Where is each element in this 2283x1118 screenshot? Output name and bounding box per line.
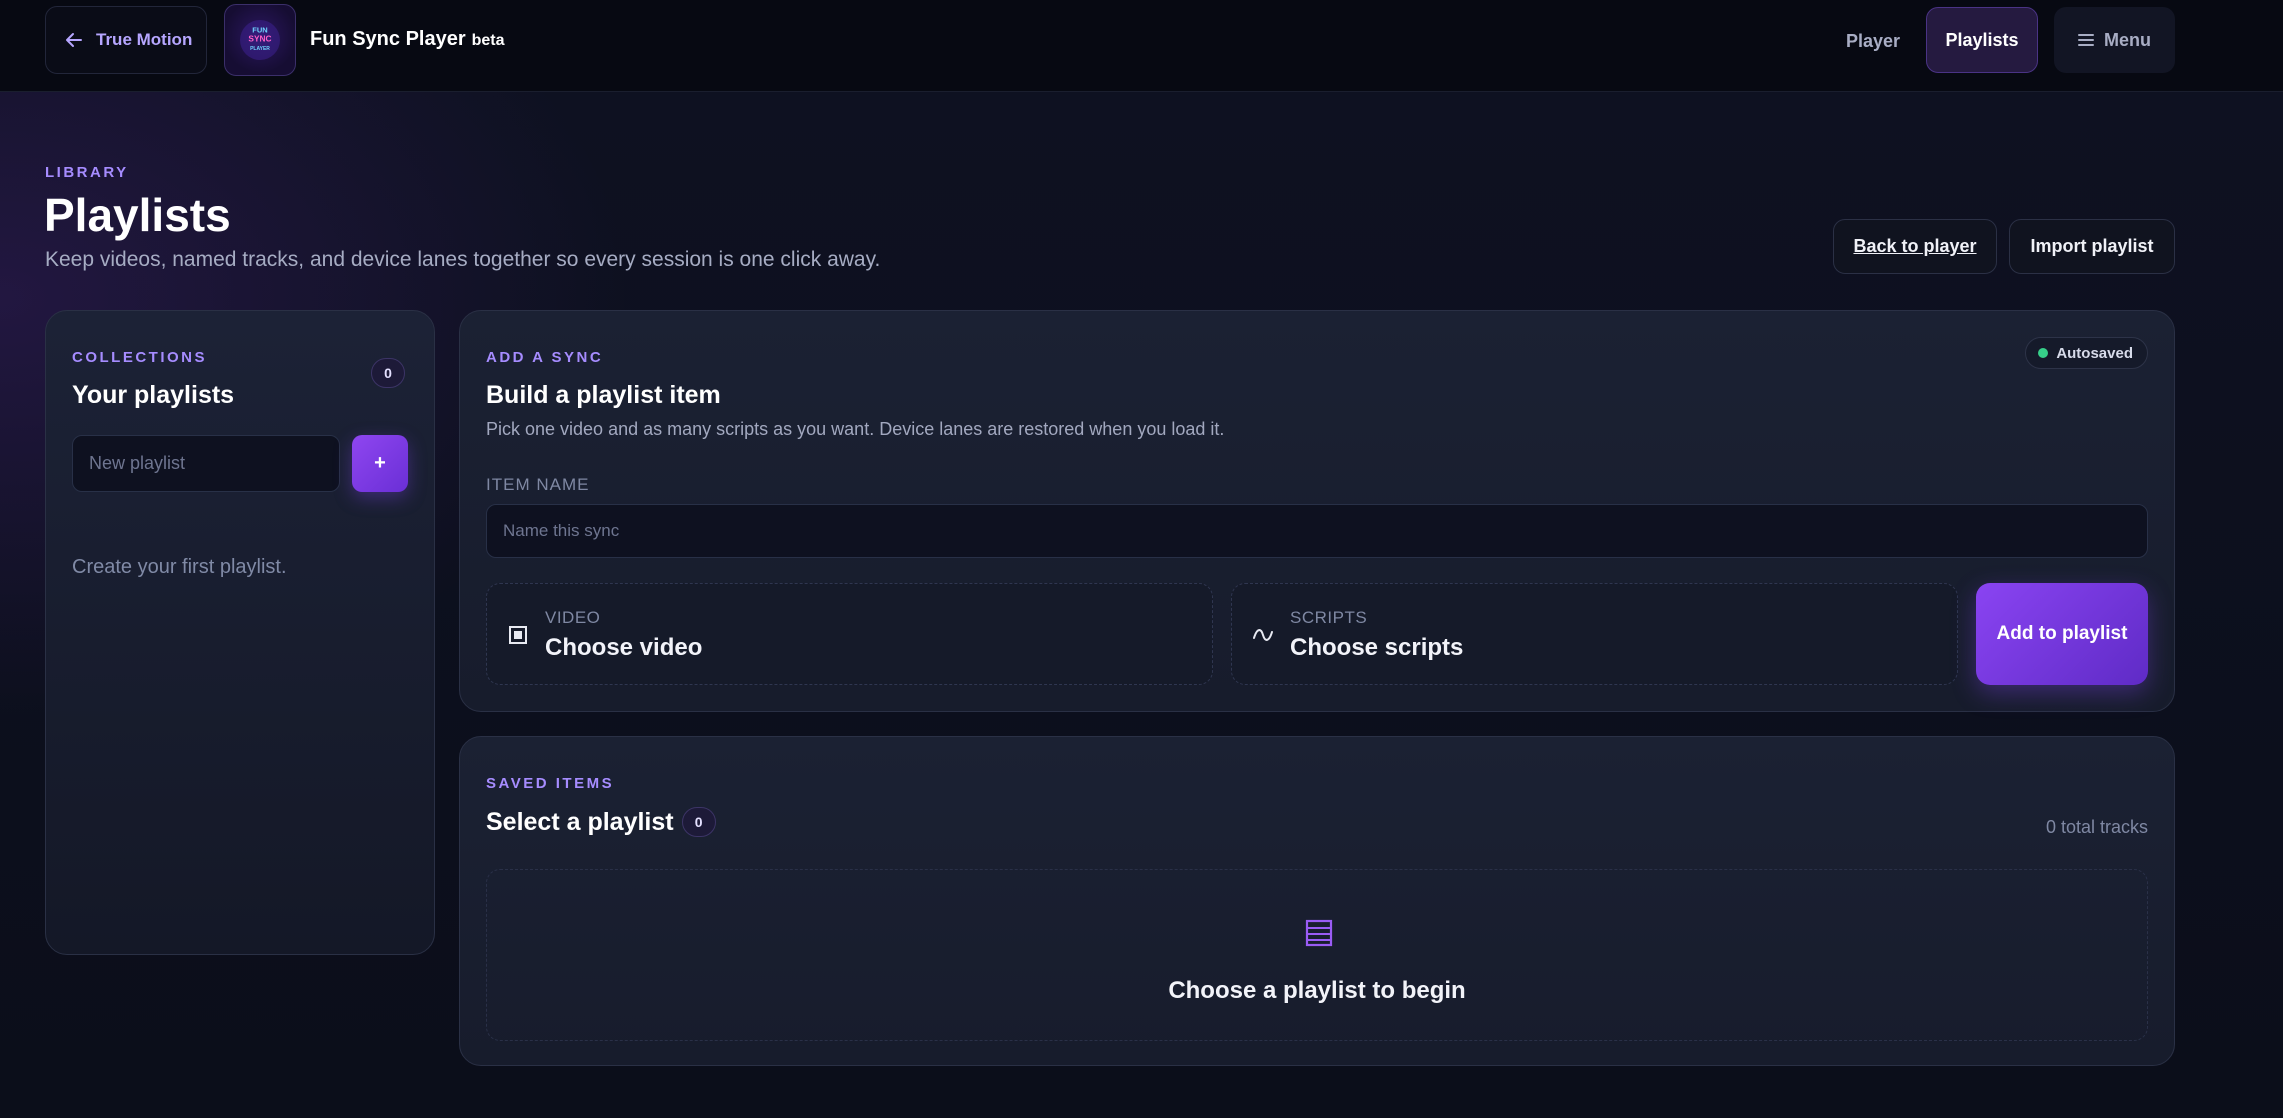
wave-icon bbox=[1253, 629, 1273, 641]
autosaved-status-badge: Autosaved bbox=[2025, 337, 2148, 369]
add-sync-description: Pick one video and as many scripts as yo… bbox=[486, 419, 1225, 439]
svg-text:PLAYER: PLAYER bbox=[250, 46, 270, 52]
saved-count-badge: 0 bbox=[681, 807, 716, 837]
back-true-motion-button[interactable]: True Motion bbox=[45, 6, 207, 74]
back-button-label: True Motion bbox=[96, 30, 193, 49]
new-playlist-input[interactable] bbox=[72, 435, 340, 492]
saved-items-title: Select a playlist bbox=[486, 807, 674, 836]
app-beta-tag: beta bbox=[471, 32, 505, 49]
app-name: Fun Sync Player bbox=[310, 28, 466, 50]
app-logo: FUN SYNC PLAYER bbox=[224, 4, 296, 76]
app-logo-image: FUN SYNC PLAYER bbox=[240, 20, 280, 60]
item-name-label: ITEM NAME bbox=[486, 475, 590, 494]
scripts-value: Choose scripts bbox=[1290, 634, 1464, 661]
total-tracks-text: 0 total tracks bbox=[2045, 817, 2148, 837]
list-icon bbox=[1305, 919, 1333, 947]
collections-empty-text: Create your first playlist. bbox=[72, 556, 287, 578]
choose-video-picker[interactable]: VIDEO Choose video bbox=[486, 583, 1213, 685]
scripts-label: SCRIPTS bbox=[1290, 608, 1368, 627]
video-value: Choose video bbox=[545, 634, 703, 661]
top-bar: True Motion FUN SYNC PLAYER Fun Sync Pla… bbox=[0, 0, 2283, 92]
add-sync-eyebrow: ADD A SYNC bbox=[486, 349, 604, 366]
collections-eyebrow: COLLECTIONS bbox=[72, 349, 207, 366]
collections-panel: COLLECTIONS Your playlists 0 + Create yo… bbox=[45, 310, 435, 955]
arrow-left-icon bbox=[66, 33, 82, 47]
hamburger-icon bbox=[2078, 34, 2094, 46]
autosaved-label: Autosaved bbox=[2056, 344, 2133, 362]
page-subtitle: Keep videos, named tracks, and device la… bbox=[45, 248, 881, 271]
app-title: Fun Sync Player beta bbox=[310, 28, 505, 51]
import-playlist-button[interactable]: Import playlist bbox=[2009, 219, 2175, 274]
choose-scripts-picker[interactable]: SCRIPTS Choose scripts bbox=[1231, 583, 1958, 685]
svg-text:SYNC: SYNC bbox=[248, 34, 271, 44]
add-sync-panel: ADD A SYNC Build a playlist item Pick on… bbox=[459, 310, 2175, 712]
saved-items-empty-state: Choose a playlist to begin bbox=[486, 869, 2148, 1041]
saved-title-row: Select a playlist 0 bbox=[486, 807, 716, 837]
nav-playlists[interactable]: Playlists bbox=[1926, 7, 2038, 73]
nav-player[interactable]: Player bbox=[1830, 8, 1916, 74]
saved-items-eyebrow: SAVED ITEMS bbox=[486, 775, 615, 792]
video-frame-icon bbox=[509, 626, 527, 644]
page-eyebrow: LIBRARY bbox=[45, 164, 129, 181]
nav-menu-label: Menu bbox=[2104, 29, 2151, 50]
add-to-playlist-button[interactable]: Add to playlist bbox=[1976, 583, 2148, 685]
status-dot-icon bbox=[2038, 348, 2049, 358]
saved-empty-text: Choose a playlist to begin bbox=[1168, 977, 1466, 1004]
add-sync-title: Build a playlist item bbox=[486, 381, 721, 409]
back-to-player-button[interactable]: Back to player bbox=[1833, 219, 1997, 274]
collections-title: Your playlists bbox=[72, 381, 235, 409]
video-label: VIDEO bbox=[545, 608, 601, 627]
page-title: Playlists bbox=[44, 189, 231, 241]
playlist-count-badge: 0 bbox=[371, 358, 405, 388]
add-playlist-button[interactable]: + bbox=[352, 435, 408, 492]
item-name-input[interactable] bbox=[486, 504, 2148, 558]
nav-menu-button[interactable]: Menu bbox=[2054, 7, 2175, 73]
saved-items-panel: SAVED ITEMS Select a playlist 0 0 total … bbox=[459, 736, 2175, 1066]
